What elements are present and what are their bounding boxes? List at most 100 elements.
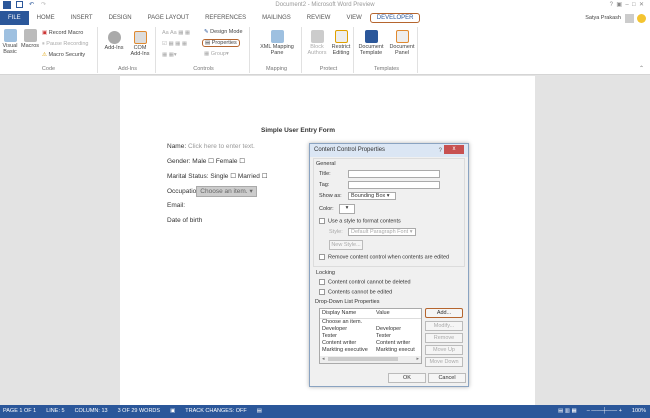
remove-button[interactable]: Remove — [425, 333, 463, 343]
block-authors-button[interactable]: Block Authors — [306, 30, 328, 56]
tab-review[interactable]: REVIEW — [299, 15, 339, 21]
content-control-properties-dialog: Content Control Properties ? x General T… — [309, 143, 469, 387]
group-code: Visual Basic Macros ▣ Record Macro ⏸ Pau… — [0, 27, 98, 73]
tag-input[interactable] — [348, 181, 440, 189]
collapse-ribbon-icon[interactable]: ⌃ — [639, 65, 644, 72]
com-addins-button[interactable]: COM Add-Ins — [128, 31, 152, 57]
title-input[interactable] — [348, 170, 440, 178]
smiley-icon[interactable] — [637, 13, 646, 23]
group-protect: Block Authors Restrict Editing Protect — [304, 27, 354, 73]
new-style-button[interactable]: New Style... — [329, 240, 363, 250]
tab-page-layout[interactable]: PAGE LAYOUT — [140, 15, 197, 21]
column-value[interactable]: Value — [376, 310, 390, 316]
marital-status-line[interactable]: Marital Status: Single ☐ Married ☐ — [167, 172, 268, 180]
tab-developer[interactable]: DEVELOPER — [369, 13, 421, 23]
content-controls-gallery[interactable]: Aa Aa ▦ ▦ — [162, 30, 190, 36]
block-authors-icon — [310, 30, 324, 43]
dropdown-list-table[interactable]: Display Name Value Choose an item. Devel… — [319, 308, 422, 364]
checkbox-controls[interactable]: ☑ ▦ ▦ ▦ — [162, 41, 187, 47]
macros-button[interactable]: Macros — [20, 29, 40, 49]
legacy-tools[interactable]: ▦ ▦▾ — [162, 52, 177, 58]
gear-icon — [107, 31, 121, 44]
redo-icon[interactable]: ↷ — [41, 0, 46, 11]
table-row[interactable]: Tester — [322, 333, 337, 339]
group-controls: Aa Aa ▦ ▦ ☑ ▦ ▦ ▦ ▦ ▦▾ ✎ Design Mode ▤ P… — [158, 27, 250, 73]
warning-icon: ⚠ — [42, 52, 47, 58]
pause-recording-button[interactable]: ⏸ Pause Recording — [42, 41, 88, 48]
group-button[interactable]: ▦ Group▾ — [204, 51, 229, 57]
close-button[interactable]: x — [444, 145, 464, 154]
style-select[interactable]: Default Paragraph Font ▾ — [348, 228, 416, 236]
tab-references[interactable]: REFERENCES — [197, 15, 254, 21]
table-row[interactable]: Markting executive — [322, 347, 368, 353]
tag-label: Tag: — [319, 182, 330, 188]
gender-line[interactable]: Gender: Male ☐ Female ☐ — [167, 157, 245, 165]
dialog-title-bar[interactable]: Content Control Properties ? x — [310, 144, 468, 157]
occupation-line: Occupatio Choose an item. ▾ — [167, 186, 257, 197]
page-count[interactable]: PAGE 1 OF 1 — [3, 405, 36, 418]
tab-home[interactable]: HOME — [29, 15, 63, 21]
macro-record-icon[interactable]: ▤ — [257, 405, 262, 418]
title-bar: ↶ ↷ Document2 - Microsoft Word Preview ?… — [0, 0, 650, 11]
record-macro-button[interactable]: ▣ Record Macro — [42, 30, 83, 36]
addins-button[interactable]: Add-Ins — [104, 31, 124, 51]
save-icon[interactable] — [16, 1, 23, 8]
group-mapping: XML Mapping Pane Mapping — [252, 27, 302, 73]
column-display-name[interactable]: Display Name — [322, 310, 356, 316]
window-controls[interactable]: ? ▣ – □ ✕ — [610, 0, 644, 11]
properties-button[interactable]: ▤ Properties — [202, 39, 240, 47]
cannot-delete-checkbox[interactable]: Content control cannot be deleted — [319, 279, 411, 285]
use-style-checkbox[interactable]: Use a style to format contents — [319, 218, 401, 224]
word-count[interactable]: 3 OF 29 WORDS — [118, 405, 160, 418]
table-row[interactable]: Content writer — [322, 340, 356, 346]
tab-design[interactable]: DESIGN — [101, 15, 140, 21]
line-number: LINE: 5 — [46, 408, 65, 414]
help-button[interactable]: ? — [439, 145, 442, 158]
modify-button[interactable]: Modify... — [425, 321, 463, 331]
add-button[interactable]: Add... — [425, 308, 463, 318]
xml-mapping-pane-button[interactable]: XML Mapping Pane — [256, 30, 298, 56]
document-template-button[interactable]: Document Template — [356, 30, 386, 56]
move-up-button[interactable]: Move Up — [425, 345, 463, 355]
track-changes-status[interactable]: TRACK CHANGES: OFF — [185, 405, 246, 418]
dob-line: Date of birth — [167, 217, 203, 224]
title-label: Title: — [319, 171, 331, 177]
group-addins: Add-Ins COM Add-Ins Add-Ins — [100, 27, 156, 73]
avatar[interactable] — [625, 13, 634, 23]
cannot-edit-checkbox[interactable]: Contents cannot be edited — [319, 289, 392, 295]
zoom-level[interactable]: 100% — [632, 405, 646, 418]
remove-when-edited-checkbox[interactable]: Remove content control when contents are… — [319, 254, 449, 260]
color-picker[interactable]: ▾ — [339, 204, 355, 214]
macro-security-button[interactable]: ⚠ Macro Security — [42, 52, 85, 58]
move-down-button[interactable]: Move Down — [425, 357, 463, 367]
visual-basic-icon — [3, 29, 17, 42]
tab-insert[interactable]: INSERT — [63, 15, 101, 21]
undo-icon[interactable]: ↶ — [29, 0, 34, 11]
zoom-slider[interactable]: – ——┼—— + — [587, 405, 622, 418]
dropdown-arrow-icon[interactable]: ▾ — [249, 188, 252, 195]
table-row[interactable]: Developer — [322, 326, 347, 332]
com-addins-icon — [133, 31, 147, 44]
user-name[interactable]: Satya Prakash — [585, 15, 621, 21]
document-template-icon — [364, 30, 378, 43]
tab-view[interactable]: VIEW — [338, 15, 369, 21]
tab-file[interactable]: FILE — [0, 11, 29, 25]
style-label: Style: — [329, 229, 343, 235]
occupation-dropdown[interactable]: Choose an item. ▾ — [196, 186, 257, 197]
color-label: Color: — [319, 206, 334, 212]
name-field[interactable]: Click here to enter text. — [188, 143, 255, 150]
tab-mailings[interactable]: MAILINGS — [254, 15, 299, 21]
design-mode-button[interactable]: ✎ Design Mode — [204, 29, 243, 35]
cancel-button[interactable]: Cancel — [428, 373, 466, 383]
ok-button[interactable]: OK — [388, 373, 426, 383]
column-number: COLUMN: 13 — [74, 408, 108, 414]
show-as-select[interactable]: Bounding Box ▾ — [348, 192, 396, 200]
window-title: Document2 - Microsoft Word Preview — [275, 2, 375, 8]
view-buttons[interactable]: ▤ ▥ ▦ — [558, 405, 577, 418]
document-panel-button[interactable]: Document Panel — [388, 30, 416, 56]
table-row[interactable]: Choose an item. — [322, 319, 362, 325]
visual-basic-button[interactable]: Visual Basic — [2, 29, 18, 55]
restrict-editing-button[interactable]: Restrict Editing — [330, 30, 352, 56]
proofing-icon[interactable]: ▣ — [170, 405, 175, 418]
horizontal-scrollbar[interactable]: ◂ ▸ — [320, 356, 421, 363]
